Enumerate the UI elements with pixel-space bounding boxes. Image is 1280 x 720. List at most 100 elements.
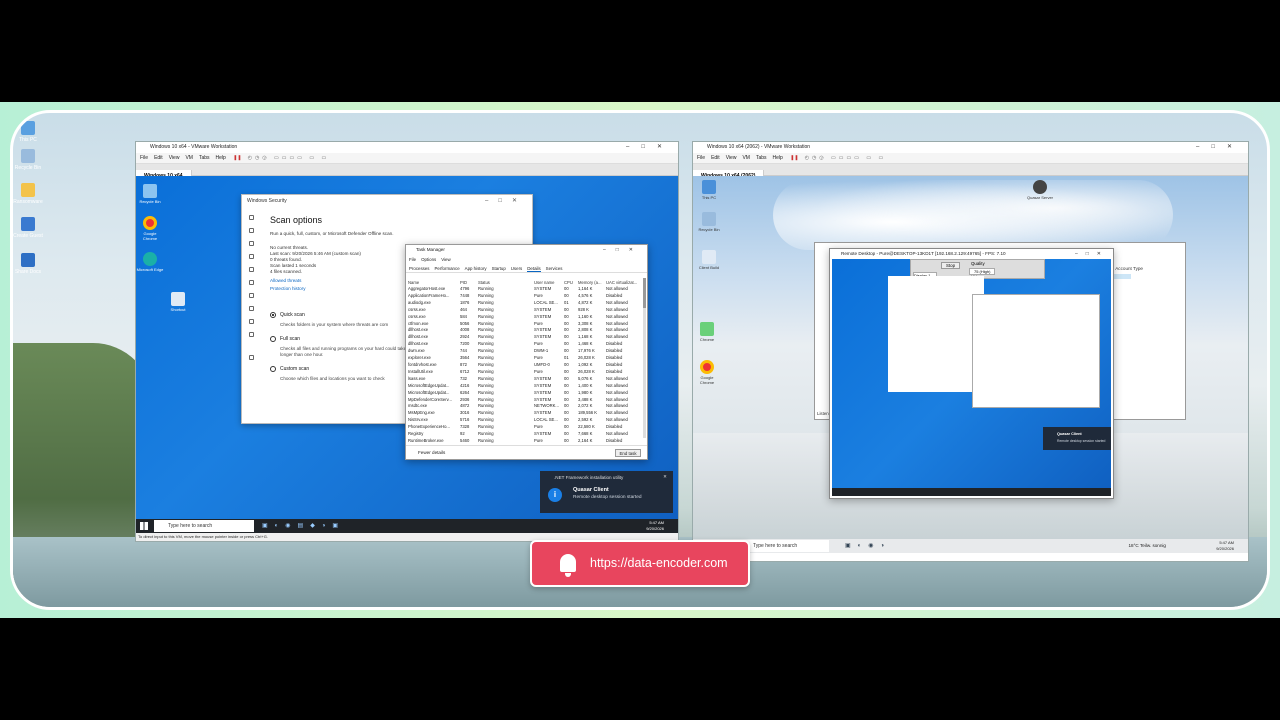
scrollbar[interactable] bbox=[643, 278, 646, 438]
menu-icon[interactable] bbox=[248, 228, 254, 233]
table-row[interactable]: MicrosoftEdgeUpdat... 4216 Running SYSTEM 00… bbox=[408, 383, 640, 390]
column-header[interactable]: UAC virtualizat... bbox=[606, 278, 640, 286]
table-row[interactable]: dllhost.exe 2924 Running SYSTEM 00 1,168 K Not… bbox=[408, 334, 640, 341]
window-controls[interactable]: –□✕ bbox=[485, 195, 527, 207]
home-icon[interactable] bbox=[248, 241, 254, 246]
host-icon[interactable]: Share Docs bbox=[13, 253, 53, 275]
table-row[interactable]: csrss.exe 464 Running SYSTEM 00 928 K Not allo… bbox=[408, 307, 640, 314]
menu-file[interactable]: File bbox=[140, 155, 148, 161]
window-controls[interactable]: –□✕ bbox=[626, 142, 674, 153]
column-header[interactable]: User name bbox=[534, 278, 564, 286]
window-controls[interactable]: –□✕ bbox=[1075, 249, 1109, 259]
table-row[interactable]: dllhost.exe 4008 Running SYSTEM 00 2,808 K Not… bbox=[408, 327, 640, 334]
tab-users[interactable]: Users bbox=[511, 266, 522, 271]
table-row[interactable]: explorer.exe 3564 Running Pure 01 26,028 K Dis… bbox=[408, 355, 640, 362]
family-icon[interactable] bbox=[248, 332, 254, 337]
desktop-icon[interactable]: Google Chrome bbox=[136, 216, 164, 241]
table-row[interactable]: MicrosoftEdgeUpdat... 6264 Running SYSTEM 00… bbox=[408, 390, 640, 397]
desktop-icon[interactable]: Client Build bbox=[695, 250, 723, 270]
column-header[interactable]: Memory (a... bbox=[578, 278, 606, 286]
toolbar-icons[interactable]: ◴◷◶ ▭▭▭▭ ▭ ▭ bbox=[248, 155, 330, 161]
toolbar-icons[interactable]: ◴◷◶ ▭▭▭▭ ▭ ▭ bbox=[805, 155, 887, 161]
host-icon[interactable]: Ransomware bbox=[13, 183, 53, 205]
system-tray-clock[interactable]: 5:47 AM 9/20/2026 bbox=[1216, 540, 1234, 552]
menu-view[interactable]: View bbox=[441, 257, 450, 262]
window-controls[interactable]: –□✕ bbox=[603, 245, 643, 255]
table-row[interactable]: dwm.exe 744 Running DWM-1 00 17,976 K Disabled bbox=[408, 348, 640, 355]
table-row[interactable]: msdtc.exe 4872 Running NETWORK... 00 2,072 K N… bbox=[408, 403, 640, 410]
tab-services[interactable]: Services bbox=[546, 266, 563, 271]
tab-app-history[interactable]: App history bbox=[465, 266, 487, 271]
app-icon[interactable] bbox=[248, 293, 254, 298]
table-row[interactable]: audiodg.exe 1876 Running LOCAL SE... 01 4,872… bbox=[408, 300, 640, 307]
radio-button[interactable] bbox=[270, 312, 276, 318]
desktop-icon[interactable]: Quasar Server bbox=[1026, 180, 1054, 200]
table-row[interactable]: Registry 92 Running SYSTEM 00 7,668 K Not allo… bbox=[408, 431, 640, 438]
menu-edit[interactable]: Edit bbox=[711, 155, 720, 161]
taskbar-apps[interactable]: ▣◐◉▤◆◑▣ bbox=[262, 522, 345, 529]
desktop-icon[interactable]: Google Chrome bbox=[693, 360, 721, 385]
table-row[interactable]: lsass.exe 732 Running SYSTEM 00 5,076 K Not al… bbox=[408, 376, 640, 383]
toolbar-icons[interactable]: ❚❚ bbox=[790, 155, 798, 161]
table-row[interactable]: InstallUtil.exe 6712 Running Pure 00 26,028 K… bbox=[408, 369, 640, 376]
host-icon[interactable]: Create Guest bbox=[13, 217, 53, 239]
column-header[interactable]: Name bbox=[408, 278, 460, 286]
menu-view[interactable]: View bbox=[169, 155, 180, 161]
remote-view[interactable]: Stop Quality 75 (High) Display 1 Hide Qu… bbox=[832, 259, 1111, 496]
menu-file[interactable]: File bbox=[697, 155, 705, 161]
menu-vm[interactable]: VM bbox=[185, 155, 193, 161]
desktop-icon[interactable]: This PC bbox=[695, 180, 723, 200]
table-row[interactable]: dllhost.exe 7200 Running Pure 00 1,468 K Disab… bbox=[408, 341, 640, 348]
notification-toast[interactable]: .NET Framework installation utility ✕ i Q… bbox=[540, 471, 673, 513]
menu-tabs[interactable]: Tabs bbox=[756, 155, 767, 161]
column-header[interactable]: PID bbox=[460, 278, 478, 286]
column-header[interactable]: Status bbox=[478, 278, 534, 286]
network-icon[interactable] bbox=[248, 280, 254, 285]
desktop-icon[interactable]: Shortcut bbox=[164, 292, 192, 312]
table-row[interactable]: MsMpEng.exe 3016 Running SYSTEM 00 189,556 K N… bbox=[408, 410, 640, 417]
taskbar-search[interactable]: Type here to search bbox=[154, 520, 254, 532]
menu-edit[interactable]: Edit bbox=[154, 155, 163, 161]
desktop-icon[interactable]: Microsoft Edge bbox=[136, 252, 164, 272]
menu-vm[interactable]: VM bbox=[742, 155, 750, 161]
tab-processes[interactable]: Processes bbox=[409, 266, 430, 271]
taskbar-apps[interactable]: ▣◐◉◑ bbox=[845, 542, 891, 549]
desktop-icon[interactable]: Chrome bbox=[693, 322, 721, 342]
health-icon[interactable] bbox=[248, 319, 254, 324]
settings-icon[interactable] bbox=[248, 355, 254, 360]
tab-details[interactable]: Details bbox=[527, 266, 541, 272]
website-badge[interactable]: https://data-encoder.com bbox=[530, 540, 750, 587]
menu-tabs[interactable]: Tabs bbox=[199, 155, 210, 161]
window-controls[interactable]: –□✕ bbox=[1196, 142, 1244, 153]
windows-start-icon[interactable] bbox=[140, 522, 148, 530]
tab-startup[interactable]: Startup bbox=[492, 266, 506, 271]
account-icon[interactable] bbox=[248, 267, 254, 272]
host-icon[interactable]: Recycle Bin bbox=[13, 149, 53, 171]
table-row[interactable]: ctfmon.exe 5056 Running Pure 00 3,308 K Not al… bbox=[408, 321, 640, 328]
table-row[interactable]: AggregatorHost.exe 4796 Running SYSTEM 00 1,1… bbox=[408, 286, 640, 293]
table-row[interactable]: RuntimeBroker.exe 5460 Running Pure 00 2,164 … bbox=[408, 438, 640, 445]
menu-options[interactable]: Options bbox=[421, 257, 436, 262]
taskbar-search[interactable]: Type here to search bbox=[739, 540, 829, 552]
fewer-details-link[interactable]: Fewer details bbox=[418, 450, 445, 455]
column-header[interactable]: CPU bbox=[564, 278, 578, 286]
table-row[interactable]: fontdrvhost.exe 872 Running UMFD-0 00 1,092 K… bbox=[408, 362, 640, 369]
table-row[interactable]: csrss.exe 584 Running SYSTEM 00 1,160 K Not al… bbox=[408, 314, 640, 321]
shield-icon[interactable] bbox=[248, 254, 254, 259]
weather-widget[interactable]: 18°C Teilw. sonnig bbox=[1128, 543, 1166, 548]
end-task-button[interactable]: End task bbox=[615, 449, 641, 457]
tab-performance[interactable]: Performance bbox=[435, 266, 460, 271]
stop-button[interactable]: Stop bbox=[941, 262, 961, 269]
close-icon[interactable]: ✕ bbox=[663, 474, 667, 480]
menu-view[interactable]: View bbox=[726, 155, 737, 161]
host-icon[interactable]: This PC bbox=[13, 121, 53, 143]
device-icon[interactable] bbox=[248, 306, 254, 311]
back-icon[interactable] bbox=[248, 215, 254, 220]
radio-button[interactable] bbox=[270, 366, 276, 372]
menu-file[interactable]: File bbox=[409, 257, 416, 262]
table-row[interactable]: MpDefenderCoreServ... 2936 Running SYSTEM 00… bbox=[408, 397, 640, 404]
desktop-icon[interactable]: Recycle Bin bbox=[136, 184, 164, 204]
desktop-icon[interactable]: Recycle Bin bbox=[695, 212, 723, 232]
table-row[interactable]: PhoneExperienceHo... 7328 Running Pure 00 22,… bbox=[408, 424, 640, 431]
system-tray-clock[interactable]: 5:47 AM 9/20/2026 bbox=[646, 520, 664, 532]
